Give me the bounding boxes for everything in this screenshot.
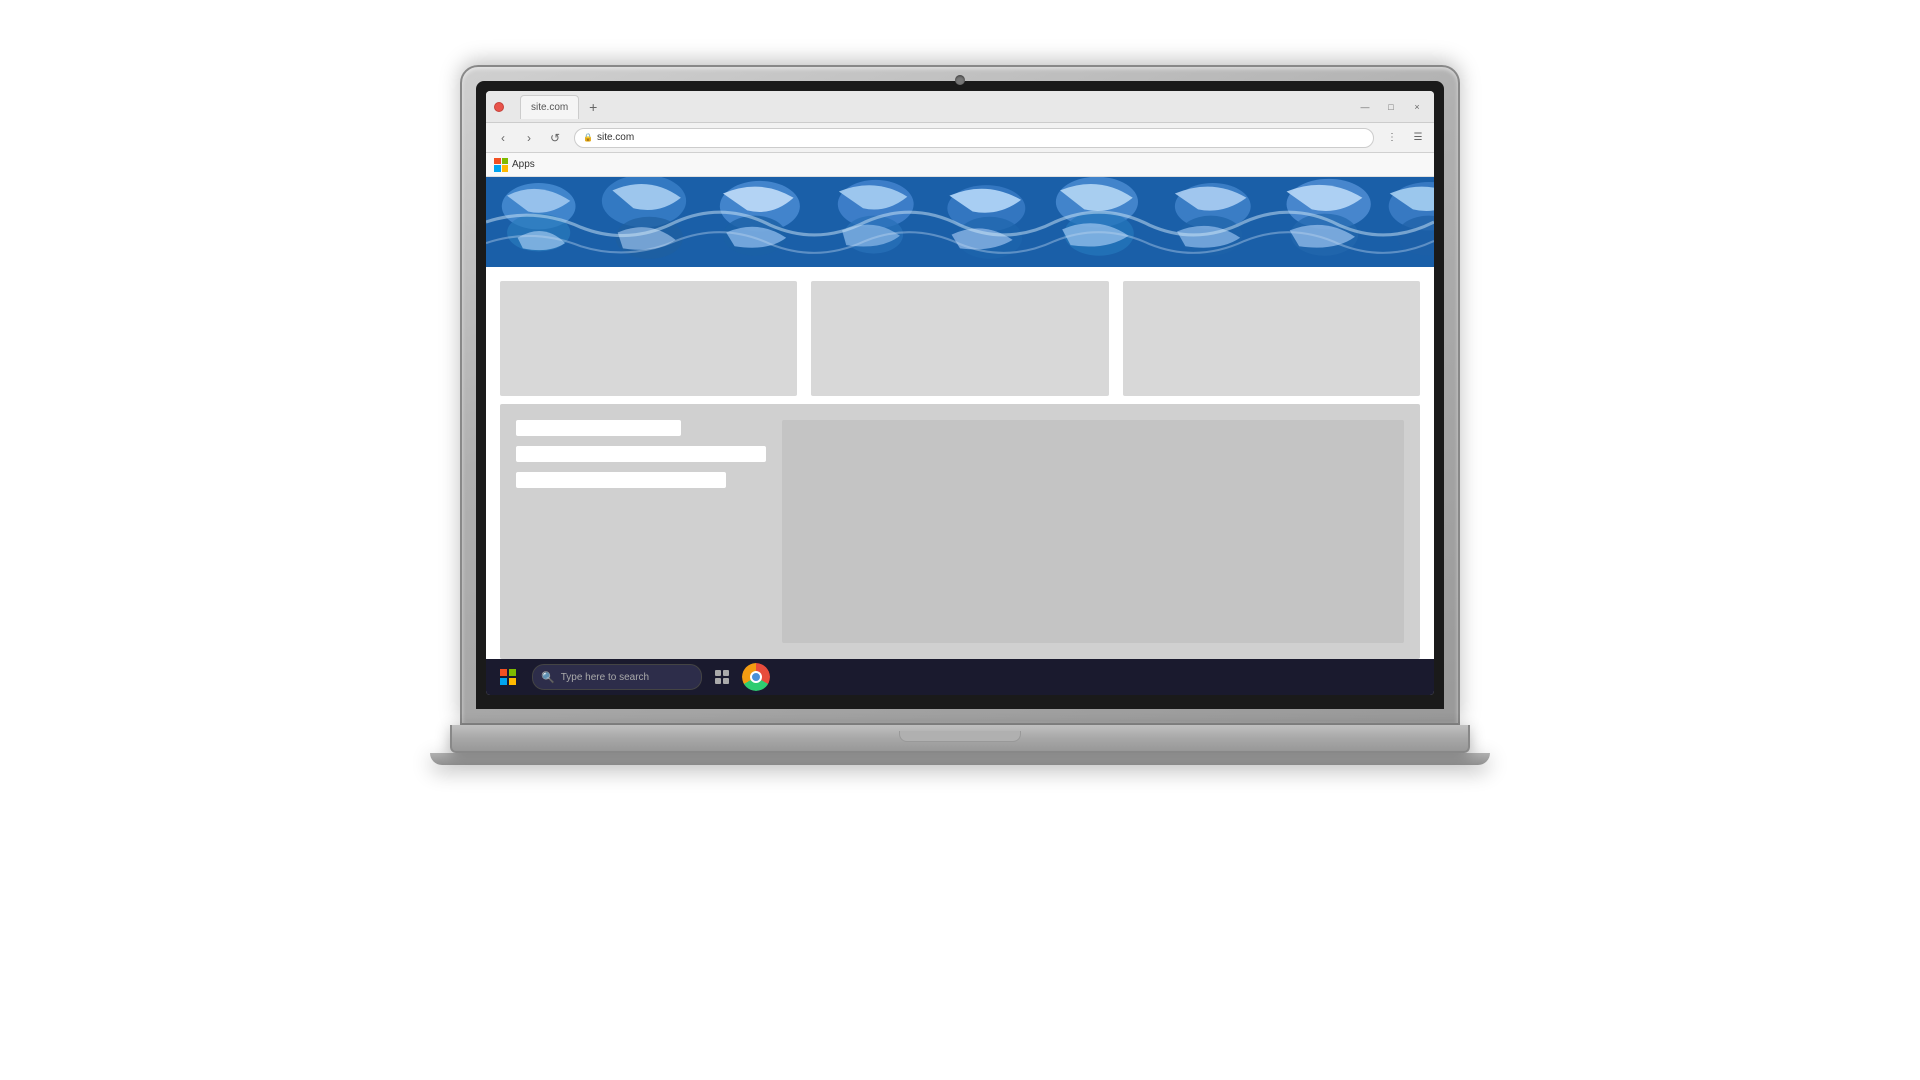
taskbar-search-bar[interactable]: 🔍 Type here to search	[532, 664, 702, 690]
bookmarks-bar: Apps	[486, 153, 1434, 177]
start-button[interactable]	[490, 659, 526, 695]
content-line-3	[516, 472, 726, 488]
card-3	[1123, 281, 1420, 396]
lock-icon: 🔒	[583, 133, 593, 142]
tab-close-dot	[494, 102, 504, 112]
ms-logo-icon	[494, 158, 508, 172]
browser-toolbar: ‹ › ↺ 🔒 site.com ⋮	[486, 123, 1434, 153]
url-text: site.com	[597, 132, 634, 143]
tab-label: site.com	[531, 102, 568, 113]
card-1	[500, 281, 797, 396]
hero-banner	[486, 177, 1434, 267]
content-section	[500, 404, 1420, 659]
taskbar-search-text: Type here to search	[561, 672, 649, 683]
card-2	[811, 281, 1108, 396]
menu-button[interactable]: ☰	[1408, 128, 1428, 148]
maximize-button[interactable]: □	[1382, 98, 1400, 116]
windows-logo-icon	[500, 669, 516, 685]
browser-titlebar: site.com + — □	[486, 91, 1434, 123]
apps-label: Apps	[512, 159, 535, 170]
search-icon: 🔍	[541, 671, 555, 684]
titlebar-controls: — □ ×	[1356, 98, 1426, 116]
browser-tab[interactable]: site.com	[520, 95, 579, 119]
browser-window: site.com + — □	[486, 91, 1434, 695]
content-line-2	[516, 446, 766, 462]
back-button[interactable]: ‹	[492, 127, 514, 149]
content-left	[516, 420, 766, 643]
laptop: site.com + — □	[410, 65, 1510, 1015]
toolbar-icons: ⋮ ☰	[1382, 128, 1428, 148]
address-bar[interactable]: 🔒 site.com	[574, 128, 1374, 148]
screen-bezel: site.com + — □	[476, 81, 1444, 709]
content-right	[782, 420, 1404, 643]
new-tab-button[interactable]: +	[583, 97, 603, 117]
extensions-button[interactable]: ⋮	[1382, 128, 1402, 148]
cards-row	[486, 267, 1434, 404]
browser-content	[486, 177, 1434, 659]
content-line-1	[516, 420, 681, 436]
refresh-button[interactable]: ↺	[544, 127, 566, 149]
apps-bookmark[interactable]: Apps	[494, 158, 535, 172]
scene: site.com + — □	[0, 0, 1920, 1080]
laptop-bottom	[430, 753, 1490, 765]
laptop-lid: site.com + — □	[460, 65, 1460, 725]
task-view-button[interactable]	[708, 663, 736, 691]
forward-button[interactable]: ›	[518, 127, 540, 149]
close-button[interactable]: ×	[1408, 98, 1426, 116]
minimize-button[interactable]: —	[1356, 98, 1374, 116]
chrome-icon[interactable]	[742, 663, 770, 691]
laptop-base	[450, 725, 1470, 753]
windows-taskbar: 🔍 Type here to search	[486, 659, 1434, 695]
